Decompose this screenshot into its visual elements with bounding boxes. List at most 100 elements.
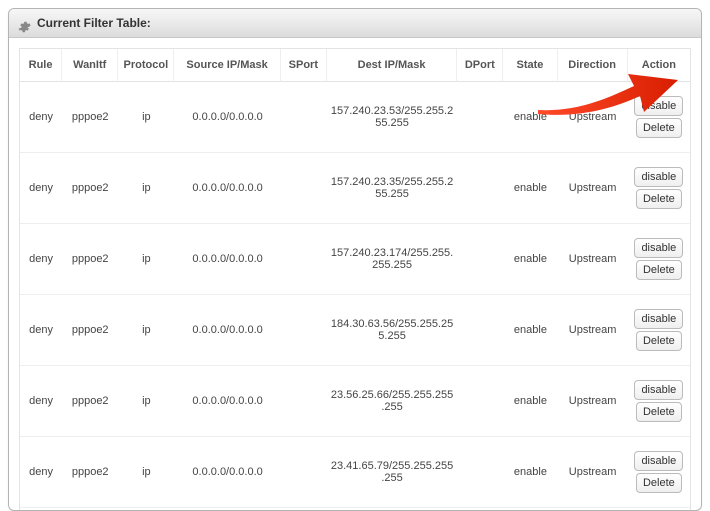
cell-state: enable	[503, 436, 557, 507]
table-header-row: Rule WanItf Protocol Source IP/Mask SPor…	[20, 49, 690, 82]
cell-dport	[457, 294, 503, 365]
col-wanitf: WanItf	[62, 49, 118, 82]
cell-proto: ip	[118, 365, 174, 436]
cell-src: 0.0.0.0/0.0.0.0	[174, 436, 280, 507]
cell-wan: pppoe2	[62, 294, 118, 365]
col-action: Action	[628, 49, 690, 82]
cell-rule: deny	[20, 223, 62, 294]
cell-dport	[457, 507, 503, 510]
cell-dir: Upstream	[558, 507, 628, 510]
cell-sport	[281, 507, 327, 510]
cell-actions: disableDelete	[628, 152, 690, 223]
cell-src: 0.0.0.0/0.0.0.0	[174, 365, 280, 436]
col-rule: Rule	[20, 49, 62, 82]
table-row: denypppoe2ip0.0.0.0/0.0.0.0 184.30.63.56/…	[20, 294, 690, 365]
cell-actions: disableDelete	[628, 507, 690, 510]
cell-proto: ip	[118, 436, 174, 507]
table-row: denypppoe2ip0.0.0.0/0.0.0.0 23.41.65.79/2…	[20, 436, 690, 507]
cell-dir: Upstream	[558, 223, 628, 294]
gear-icon	[17, 16, 31, 30]
table-row: denypppoe2ip0.0.0.0/0.0.0.0157.240.23.17…	[20, 223, 690, 294]
cell-sport	[281, 223, 327, 294]
col-direction: Direction	[558, 49, 628, 82]
cell-dest: 184.30.63.56/255.255.255.255	[327, 294, 457, 365]
cell-state: enable	[503, 223, 557, 294]
panel-body: Rule WanItf Protocol Source IP/Mask SPor…	[9, 38, 701, 510]
disable-button[interactable]: disable	[634, 380, 683, 400]
cell-dest: 157.240.23.35/255.255.255.255	[327, 152, 457, 223]
cell-dest: 157.240.23.53/255.255.255.255	[327, 82, 457, 152]
cell-dport	[457, 436, 503, 507]
cell-rule: deny	[20, 436, 62, 507]
cell-proto: ip	[118, 152, 174, 223]
cell-dest: 23.41.65.79/255.255.255.255	[327, 436, 457, 507]
delete-button[interactable]: Delete	[636, 118, 682, 138]
cell-state: enable	[503, 82, 557, 152]
cell-sport	[281, 152, 327, 223]
delete-button[interactable]: Delete	[636, 189, 682, 209]
cell-state: enable	[503, 507, 557, 510]
cell-rule: deny	[20, 82, 62, 152]
disable-button[interactable]: disable	[634, 96, 683, 116]
cell-wan: pppoe2	[62, 365, 118, 436]
cell-state: enable	[503, 152, 557, 223]
cell-sport	[281, 365, 327, 436]
cell-src: 0.0.0.0/0.0.0.0	[174, 223, 280, 294]
disable-button[interactable]: disable	[634, 309, 683, 329]
cell-actions: disableDelete	[628, 436, 690, 507]
cell-actions: disableDelete	[628, 365, 690, 436]
cell-proto: ip	[118, 294, 174, 365]
delete-button[interactable]: Delete	[636, 402, 682, 422]
cell-dport	[457, 152, 503, 223]
cell-dest: 23.56.25.66/255.255.255.255	[327, 365, 457, 436]
cell-dport	[457, 82, 503, 152]
col-source-ip: Source IP/Mask	[174, 49, 280, 82]
delete-button[interactable]: Delete	[636, 260, 682, 280]
col-state: State	[503, 49, 557, 82]
panel-title: Current Filter Table:	[37, 9, 151, 37]
disable-button[interactable]: disable	[634, 451, 683, 471]
cell-src: 0.0.0.0/0.0.0.0	[174, 507, 280, 510]
cell-wan: pppoe2	[62, 436, 118, 507]
col-protocol: Protocol	[118, 49, 174, 82]
disable-button[interactable]: disable	[634, 238, 683, 258]
cell-dest: 23.35.3.233/255.255.255.255	[327, 507, 457, 510]
cell-rule: deny	[20, 507, 62, 510]
cell-actions: disableDelete	[628, 294, 690, 365]
delete-button[interactable]: Delete	[636, 473, 682, 493]
table-row: denypppoe2ip0.0.0.0/0.0.0.0 23.35.3.233/2…	[20, 507, 690, 510]
cell-wan: pppoe2	[62, 223, 118, 294]
col-sport: SPort	[281, 49, 327, 82]
cell-rule: deny	[20, 152, 62, 223]
cell-state: enable	[503, 365, 557, 436]
filter-table: Rule WanItf Protocol Source IP/Mask SPor…	[19, 48, 691, 510]
cell-dir: Upstream	[558, 436, 628, 507]
cell-state: enable	[503, 294, 557, 365]
cell-rule: deny	[20, 294, 62, 365]
disable-button[interactable]: disable	[634, 167, 683, 187]
table-row: denypppoe2ip0.0.0.0/0.0.0.0157.240.23.53…	[20, 82, 690, 152]
filter-table-panel: Current Filter Table: Rule WanItf Protoc…	[8, 8, 702, 511]
cell-sport	[281, 294, 327, 365]
col-dest-ip: Dest IP/Mask	[327, 49, 457, 82]
cell-src: 0.0.0.0/0.0.0.0	[174, 152, 280, 223]
cell-src: 0.0.0.0/0.0.0.0	[174, 82, 280, 152]
cell-dir: Upstream	[558, 82, 628, 152]
cell-dir: Upstream	[558, 365, 628, 436]
cell-src: 0.0.0.0/0.0.0.0	[174, 294, 280, 365]
cell-proto: ip	[118, 507, 174, 510]
cell-dir: Upstream	[558, 152, 628, 223]
col-dport: DPort	[457, 49, 503, 82]
cell-dest: 157.240.23.174/255.255.255.255	[327, 223, 457, 294]
delete-button[interactable]: Delete	[636, 331, 682, 351]
cell-rule: deny	[20, 365, 62, 436]
cell-actions: disableDelete	[628, 223, 690, 294]
cell-sport	[281, 82, 327, 152]
table-row: denypppoe2ip0.0.0.0/0.0.0.0 157.240.23.35…	[20, 152, 690, 223]
cell-wan: pppoe2	[62, 152, 118, 223]
cell-proto: ip	[118, 82, 174, 152]
cell-dir: Upstream	[558, 294, 628, 365]
cell-wan: pppoe2	[62, 507, 118, 510]
cell-dport	[457, 365, 503, 436]
table-row: denypppoe2ip0.0.0.0/0.0.0.0 23.56.25.66/2…	[20, 365, 690, 436]
